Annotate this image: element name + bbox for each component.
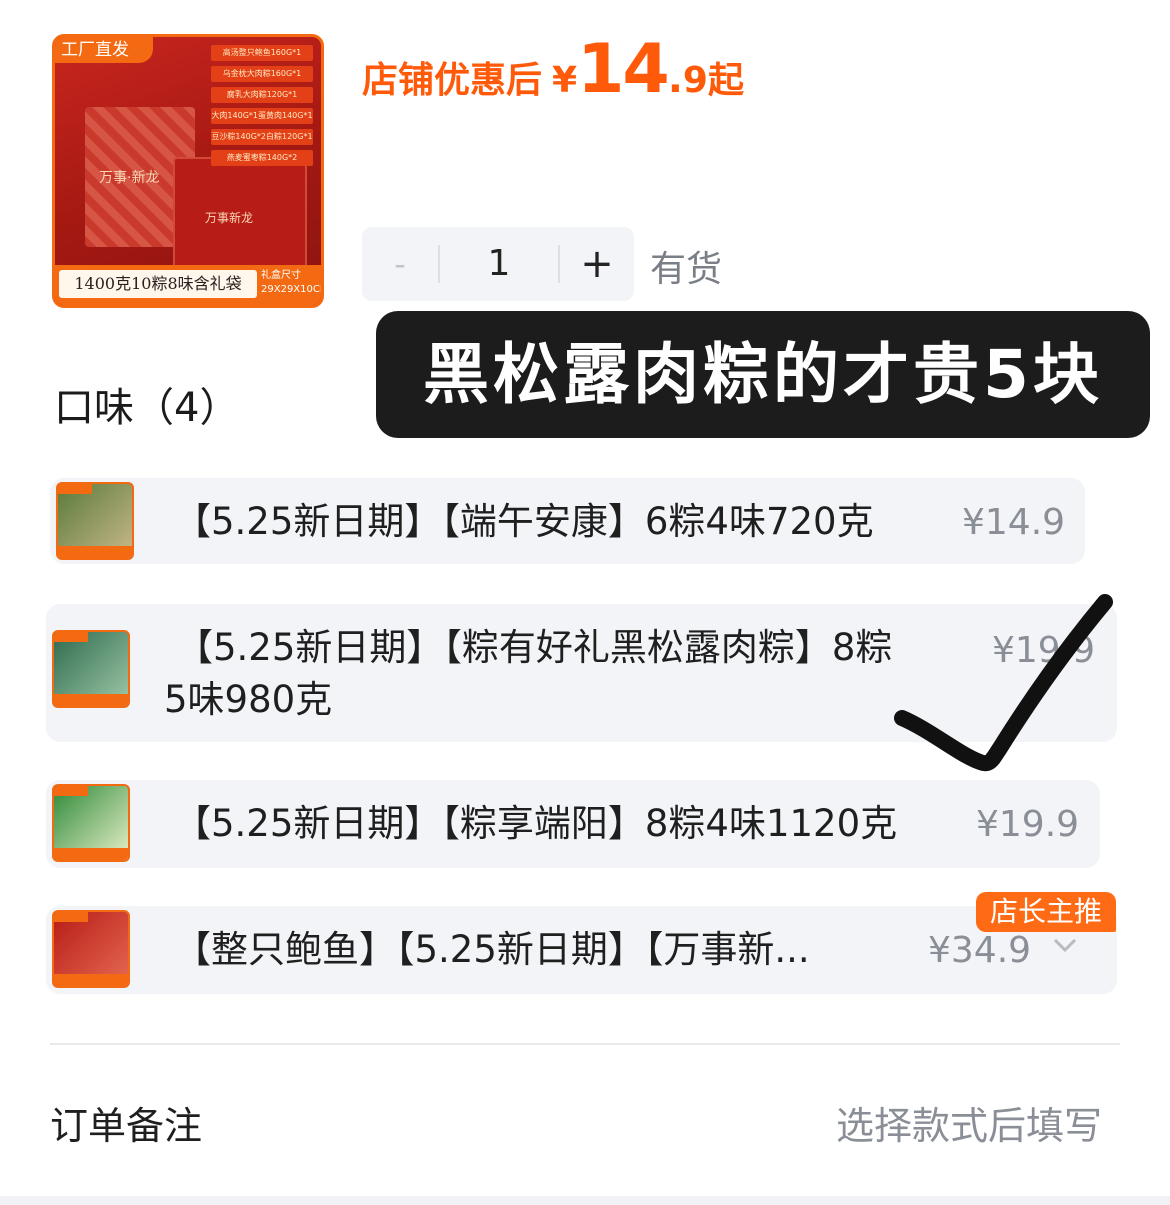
option-thumbnail — [52, 910, 130, 988]
bottom-strip — [0, 1196, 1170, 1205]
image-footer: 1400克10粽8味含礼袋 礼盒尺寸 29X29X10CM — [55, 265, 321, 305]
store-recommend-badge: 店长主推 — [976, 892, 1116, 932]
option-thumbnail — [56, 482, 134, 560]
flavor-option[interactable]: 【5.25新日期】【粽享端阳】8粽4味1120克 ¥19.9 — [46, 780, 1100, 868]
option-name: 【整只鲍鱼】【5.25新日期】【万事新... — [174, 928, 810, 971]
image-contents-item: 大肉140G*1蛋黄肉140G*1 — [211, 108, 313, 124]
image-size-info: 礼盒尺寸 29X29X10CM — [261, 269, 324, 297]
option-price: ¥14.9 — [962, 502, 1066, 543]
divider — [50, 1043, 1120, 1045]
product-image[interactable]: 工厂直发 万事·新龙 万事新龙 高汤整只鲍鱼160G*1 乌金枕大肉粽160G*… — [52, 34, 324, 308]
image-contents-item: 燕麦蜜枣粽140G*2 — [211, 150, 313, 166]
flavor-option[interactable]: 【整只鲍鱼】【5.25新日期】【万事新... ¥34.9 — [46, 906, 1117, 994]
order-note-input[interactable]: 选择款式后填写 — [836, 1095, 1102, 1150]
image-contents-item: 豆沙粽140G*2白粽120G*1 — [211, 129, 313, 145]
flavor-title: 口味（4） — [54, 385, 240, 431]
image-contents-item: 腐乳大肉粽120G*1 — [211, 87, 313, 103]
price-decimal: 9 — [682, 60, 708, 101]
option-thumbnail — [52, 630, 130, 708]
option-thumbnail — [52, 784, 130, 862]
image-text: 万事·新龙 — [99, 170, 160, 186]
chevron-down-icon[interactable] — [1050, 930, 1080, 960]
option-price: ¥34.9 — [928, 930, 1032, 971]
annotation-overlay: 黑松露肉粽的才贵5块 — [376, 311, 1150, 438]
discount-price: 店铺优惠后 ¥14.9起 — [362, 30, 744, 109]
image-size-value: 29X29X10CM — [261, 284, 324, 295]
factory-direct-tag: 工厂直发 — [55, 37, 153, 63]
option-name: 【5.25新日期】【端午安康】6粽4味720克 — [174, 500, 874, 543]
flavor-option[interactable]: 【5.25新日期】【端午安康】6粽4味720克 ¥14.9 — [50, 478, 1085, 564]
price-currency: ¥ — [552, 60, 578, 101]
price-dot: . — [667, 56, 683, 102]
decrease-button[interactable]: - — [362, 227, 438, 301]
option-name: 【5.25新日期】【粽享端阳】8粽4味1120克 — [174, 802, 898, 845]
price-suffix: 起 — [707, 60, 744, 101]
quantity-input[interactable]: 1 — [440, 227, 558, 301]
image-contents-list: 高汤整只鲍鱼160G*1 乌金枕大肉粽160G*1 腐乳大肉粽120G*1 大肉… — [211, 45, 313, 171]
stock-status: 有货 — [650, 249, 723, 290]
increase-button[interactable]: + — [560, 227, 634, 301]
image-size-label: 礼盒尺寸 — [261, 270, 301, 281]
order-note-label: 订单备注 — [50, 1104, 203, 1148]
image-footer-text: 1400克10粽8味含礼袋 — [59, 270, 257, 298]
image-contents-item: 乌金枕大肉粽160G*1 — [211, 66, 313, 82]
option-price: ¥19.9 — [976, 804, 1080, 845]
image-contents-item: 高汤整只鲍鱼160G*1 — [211, 45, 313, 61]
quantity-stepper: - 1 + — [362, 227, 634, 301]
image-text: 万事新龙 — [205, 211, 254, 225]
option-name-line2: 5味980克 — [164, 678, 333, 721]
price-integer: 14 — [577, 30, 670, 109]
option-name-line1: 【5.25新日期】【粽有好礼黑松露肉粽】8粽 — [176, 626, 893, 669]
price-label: 店铺优惠后 — [362, 60, 543, 101]
checkmark-annotation-icon — [894, 594, 1113, 772]
